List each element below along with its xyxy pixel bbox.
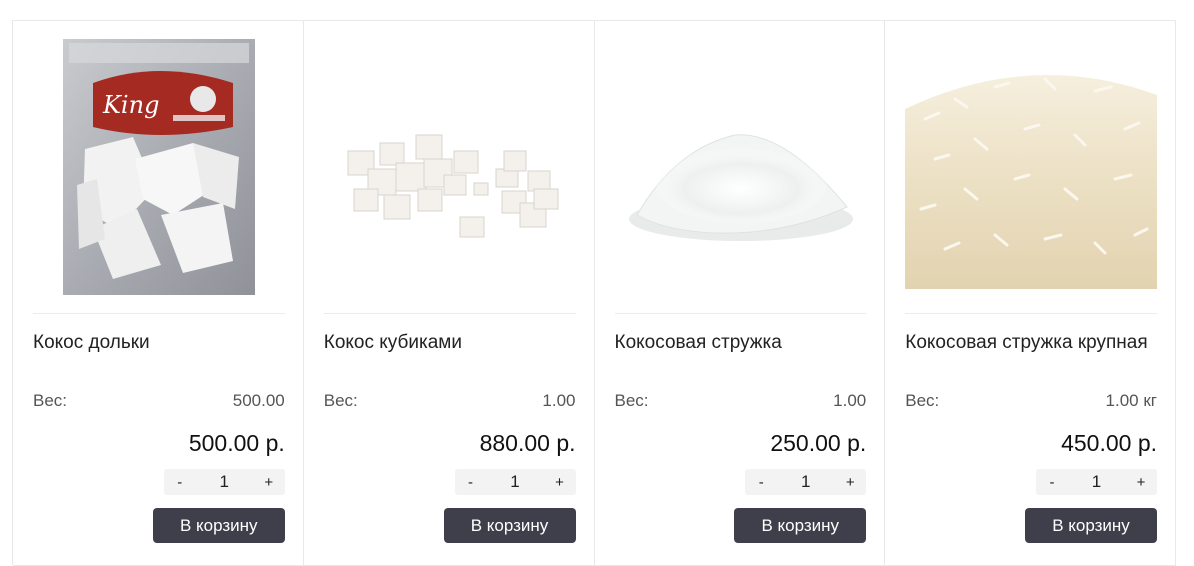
add-to-cart-button[interactable]: В корзину (443, 508, 576, 543)
weight-value: 1.00 кг (1105, 391, 1157, 410)
product-name[interactable]: Кокос дольки (33, 332, 285, 354)
increment-button[interactable]: + (1125, 474, 1157, 491)
add-to-cart-button[interactable]: В корзину (1025, 508, 1157, 543)
quantity-stepper: - 1 + (163, 469, 285, 495)
coconut-cubes-image (347, 134, 559, 238)
weight-label: Вес: (905, 391, 940, 410)
product-name[interactable]: Кокосовая стружка крупная (905, 332, 1157, 354)
add-to-cart-button[interactable]: В корзину (152, 508, 285, 543)
product-price: 450.00 р. (1061, 430, 1157, 456)
quantity-stepper: - 1 + (745, 469, 867, 495)
quantity-value[interactable]: 1 (1068, 472, 1125, 492)
product-grid: King Кокос дольки Вес: 500.00 500.00 р. … (12, 20, 1176, 566)
quantity-value[interactable]: 1 (487, 472, 544, 492)
quantity-value[interactable]: 1 (777, 472, 834, 492)
product-image[interactable]: King (33, 39, 285, 295)
increment-button[interactable]: + (544, 474, 576, 491)
weight-label: Вес: (323, 391, 358, 410)
product-card: Кокосовая стружка Вес: 1.00 250.00 р. - … (594, 21, 886, 566)
weight-row: Вес: 500.00 (33, 391, 285, 411)
weight-label: Вес: (614, 391, 649, 410)
decrement-button[interactable]: - (164, 474, 196, 491)
card-divider (33, 313, 285, 314)
increment-button[interactable]: + (834, 474, 866, 491)
card-divider (614, 313, 867, 314)
weight-row: Вес: 1.00 (615, 391, 867, 411)
svg-text:King: King (102, 91, 159, 119)
decrement-button[interactable]: - (1036, 474, 1068, 491)
coarse-coconut-flakes-image (905, 75, 1158, 289)
coconut-flakes-image (628, 134, 853, 241)
quantity-stepper: - 1 + (1036, 469, 1157, 495)
card-divider (323, 313, 576, 314)
weight-value: 500.00 (232, 391, 285, 410)
product-image[interactable] (905, 39, 1158, 295)
product-card: Кокос кубиками Вес: 1.00 880.00 р. - 1 +… (303, 21, 595, 566)
product-image[interactable] (615, 39, 867, 295)
add-to-cart-button[interactable]: В корзину (734, 508, 867, 543)
card-divider (905, 313, 1157, 314)
weight-row: Вес: 1.00 кг (905, 391, 1157, 411)
product-price: 250.00 р. (770, 430, 867, 456)
product-card: King Кокос дольки Вес: 500.00 500.00 р. … (13, 21, 304, 566)
quantity-stepper: - 1 + (454, 469, 576, 495)
weight-value: 1.00 (833, 391, 867, 410)
weight-label: Вес: (33, 391, 68, 410)
product-name[interactable]: Кокосовая стружка (615, 332, 867, 354)
product-name[interactable]: Кокос кубиками (324, 332, 576, 354)
increment-button[interactable]: + (253, 474, 285, 491)
weight-row: Вес: 1.00 (324, 391, 576, 411)
decrement-button[interactable]: - (745, 474, 777, 491)
weight-value: 1.00 (542, 391, 576, 410)
product-card: Кокосовая стружка крупная Вес: 1.00 кг 4… (885, 21, 1176, 566)
product-price: 500.00 р. (188, 430, 285, 456)
quantity-value[interactable]: 1 (196, 472, 253, 492)
coconut-slices-package-image: King (63, 39, 255, 295)
product-image[interactable] (324, 39, 576, 295)
product-price: 880.00 р. (479, 430, 576, 456)
decrement-button[interactable]: - (455, 474, 487, 491)
